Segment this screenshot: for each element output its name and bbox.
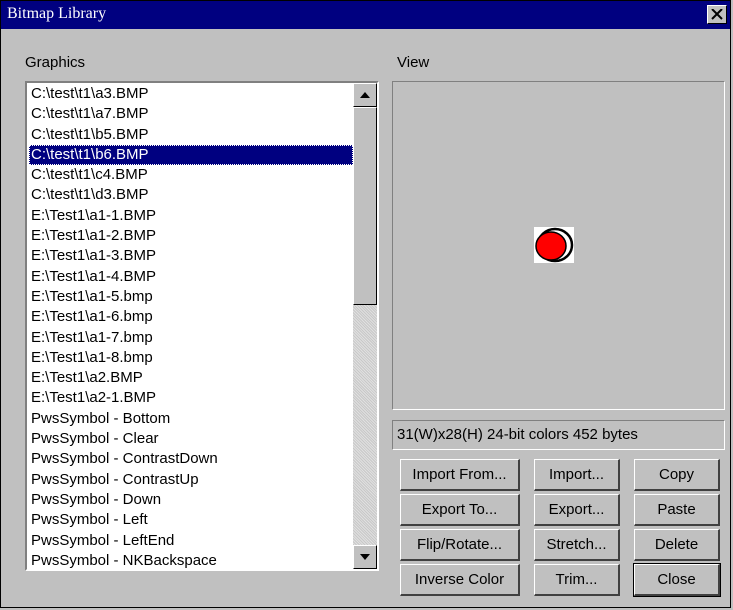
close-window-button[interactable] xyxy=(707,5,727,24)
list-item[interactable]: E:\Test1\a1-3.BMP xyxy=(29,246,353,266)
list-item[interactable]: PwsSymbol - NKBackspace xyxy=(29,551,353,569)
view-label: View xyxy=(397,54,430,71)
bitmap-info: 31(W)x28(H) 24-bit colors 452 bytes xyxy=(392,420,725,450)
list-item[interactable]: E:\Test1\a1-1.BMP xyxy=(29,206,353,226)
list-item[interactable]: PwsSymbol - Bottom xyxy=(29,409,353,429)
window-title: Bitmap Library xyxy=(7,5,107,22)
arrow-up-icon xyxy=(360,92,370,98)
list-item[interactable]: C:\test\t1\b6.BMP xyxy=(29,144,353,166)
scroll-down-button[interactable] xyxy=(353,545,377,569)
list-item[interactable]: C:\test\t1\b5.BMP xyxy=(29,125,353,145)
list-item[interactable]: E:\Test1\a1-6.bmp xyxy=(29,307,353,327)
export-to-button[interactable]: Export To... xyxy=(400,494,520,526)
title-bar[interactable]: Bitmap Library xyxy=(1,1,730,29)
scrollbar-thumb[interactable] xyxy=(353,107,377,305)
list-item[interactable]: C:\test\t1\a3.BMP xyxy=(29,84,353,104)
list-item[interactable]: C:\test\t1\c4.BMP xyxy=(29,165,353,185)
list-item[interactable]: PwsSymbol - Clear xyxy=(29,429,353,449)
list-item[interactable]: C:\test\t1\a7.BMP xyxy=(29,104,353,124)
import-from-button[interactable]: Import From... xyxy=(400,459,520,491)
list-item[interactable]: E:\Test1\a1-8.bmp xyxy=(29,348,353,368)
paste-button[interactable]: Paste xyxy=(634,494,720,526)
list-item[interactable]: E:\Test1\a2-1.BMP xyxy=(29,388,353,408)
copy-button[interactable]: Copy xyxy=(634,459,720,491)
list-item[interactable]: E:\Test1\a1-4.BMP xyxy=(29,267,353,287)
bitmap-library-dialog: Bitmap Library Graphics View C:\test\t1\… xyxy=(0,0,731,608)
delete-button[interactable]: Delete xyxy=(634,529,720,561)
stretch-button[interactable]: Stretch... xyxy=(534,529,620,561)
list-item[interactable]: PwsSymbol - ContrastDown xyxy=(29,449,353,469)
arrow-down-icon xyxy=(360,554,370,560)
list-item[interactable]: C:\test\t1\d3.BMP xyxy=(29,185,353,205)
flip-rotate-button[interactable]: Flip/Rotate... xyxy=(400,529,520,561)
graphics-list-items: C:\test\t1\a3.BMP C:\test\t1\a7.BMP C:\tes… xyxy=(29,84,353,569)
trim-button[interactable]: Trim... xyxy=(534,564,620,596)
list-item[interactable]: E:\Test1\a2.BMP xyxy=(29,368,353,388)
inverse-color-button[interactable]: Inverse Color xyxy=(400,564,520,596)
export-button[interactable]: Export... xyxy=(534,494,620,526)
bitmap-preview-pane xyxy=(392,81,725,410)
import-button[interactable]: Import... xyxy=(534,459,620,491)
vertical-scrollbar[interactable] xyxy=(353,83,377,569)
graphics-label: Graphics xyxy=(25,54,86,71)
list-item[interactable]: E:\Test1\a1-2.BMP xyxy=(29,226,353,246)
list-item[interactable]: E:\Test1\a1-7.bmp xyxy=(29,328,353,348)
list-item[interactable]: PwsSymbol - LeftEnd xyxy=(29,531,353,551)
scroll-up-button[interactable] xyxy=(353,83,377,107)
graphics-list[interactable]: C:\test\t1\a3.BMP C:\test\t1\a7.BMP C:\tes… xyxy=(25,81,379,571)
close-button[interactable]: Close xyxy=(633,563,721,597)
list-item[interactable]: PwsSymbol - Down xyxy=(29,490,353,510)
list-item[interactable]: E:\Test1\a1-5.bmp xyxy=(29,287,353,307)
close-icon xyxy=(711,9,723,20)
list-item[interactable]: PwsSymbol - ContrastUp xyxy=(29,470,353,490)
red-circle-icon xyxy=(534,227,574,263)
list-item[interactable]: PwsSymbol - Left xyxy=(29,510,353,530)
